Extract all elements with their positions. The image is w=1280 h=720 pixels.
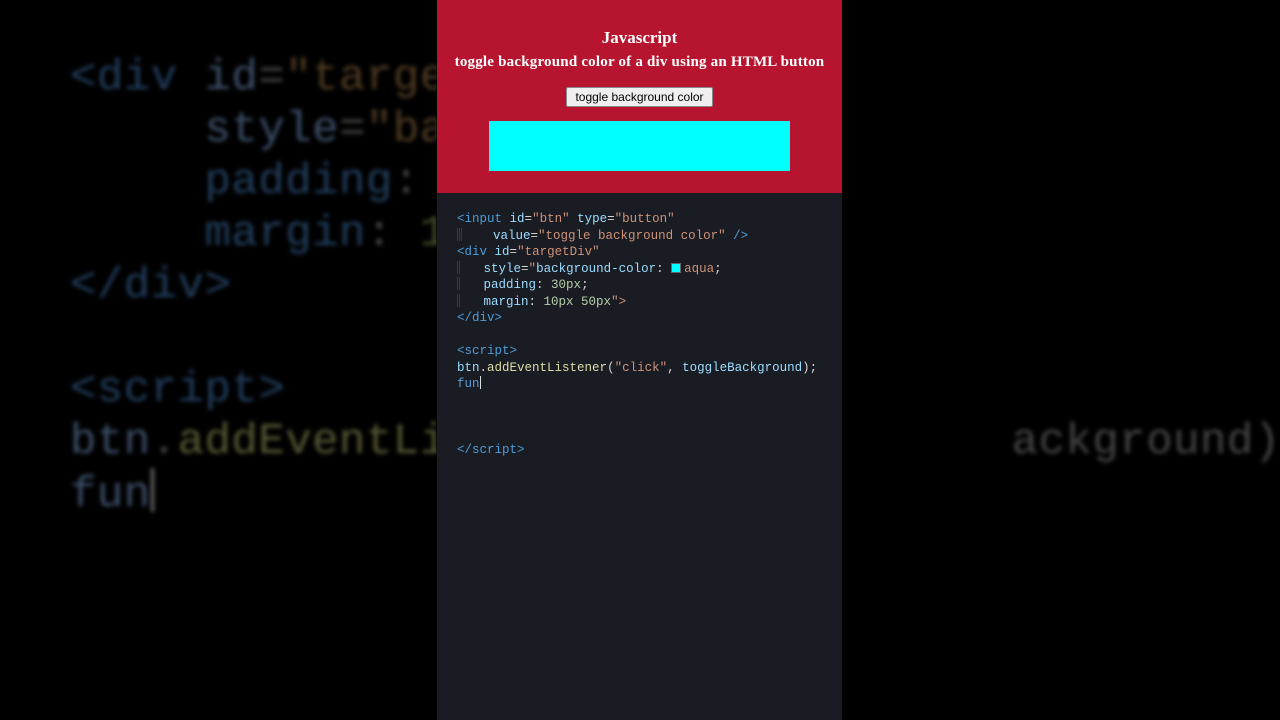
code-line-5: padding: 30px; [457,278,589,292]
code-line-4: style="background-color: aqua; [457,262,722,276]
code-line-script-open: <script> [457,344,517,358]
toggle-background-button[interactable]: toggle background color [566,87,712,107]
color-swatch-aqua-icon [671,263,681,273]
code-line-3: <div id="targetDiv" [457,245,600,259]
center-column: Javascript toggle background color of a … [437,0,842,720]
text-cursor-icon [480,376,481,389]
code-line-6: margin: 10px 50px"> [457,295,626,309]
code-line-script-close: </script> [457,443,525,457]
code-line-2: value="toggle background color" /> [457,229,748,243]
code-line-7: </div> [457,311,502,325]
code-line-js-1: btn.addEventListener("click", toggleBack… [457,361,817,375]
preview-title: Javascript [449,28,830,48]
preview-pane: Javascript toggle background color of a … [437,0,842,193]
code-line-1: <input id="btn" type="button" [457,212,675,226]
preview-subtitle: toggle background color of a div using a… [449,54,830,71]
target-div [489,121,790,171]
code-editor[interactable]: <input id="btn" type="button" value="tog… [437,193,842,467]
code-line-js-2: fun [457,377,481,391]
